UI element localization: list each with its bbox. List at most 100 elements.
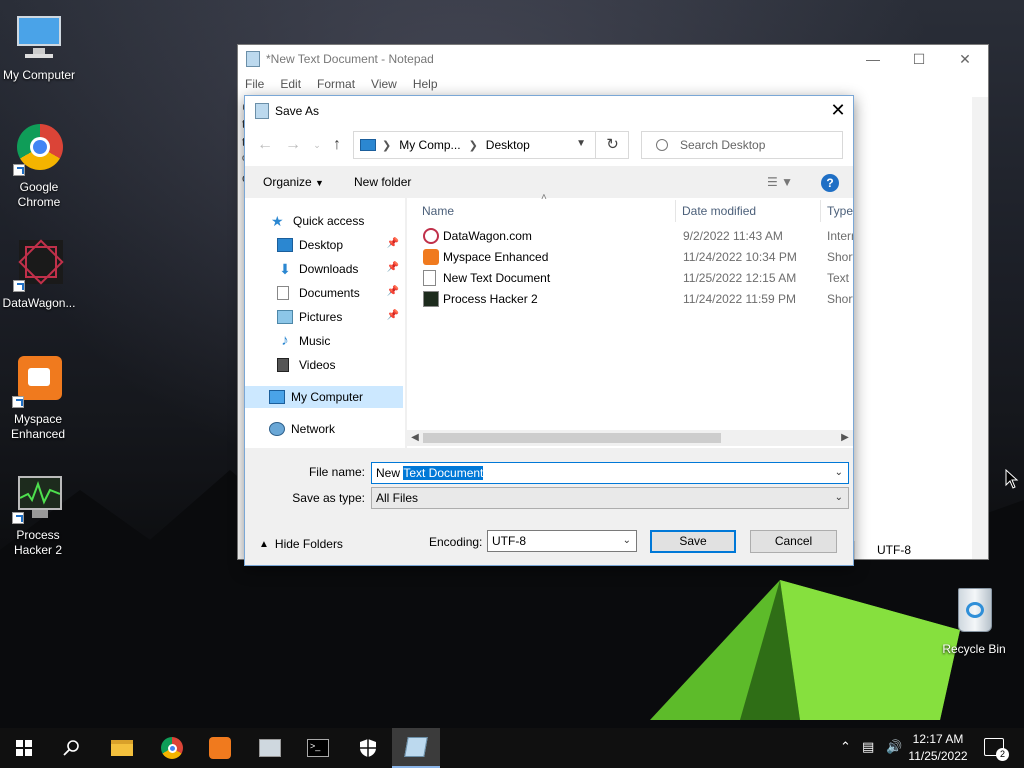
dialog-toolbar: Organize ▼ New folder ☰ ▼ ? [245,166,853,198]
organize-button[interactable]: Organize ▼ [263,175,324,189]
pin-icon[interactable]: 📌 [387,262,399,273]
encoding-select[interactable]: UTF-8 ⌄ [487,530,637,552]
chrome-icon[interactable] [148,728,196,768]
desktop-icon-my-computer[interactable]: My Computer [1,10,77,83]
chevron-down-icon[interactable]: ⌄ [835,467,843,478]
myspace-icon[interactable] [196,728,244,768]
file-name-input[interactable]: New Text Document ⌄ [371,462,849,484]
nav-item-my-computer[interactable]: My Computer [245,386,403,408]
up-arrow-icon[interactable]: ↑ [327,134,347,156]
save-as-type-label: Save as type: [292,491,365,505]
column-header-name[interactable]: Name [422,198,454,224]
back-arrow-icon[interactable]: ← [255,134,275,156]
myspace-icon [423,249,439,265]
menu-edit[interactable]: Edit [280,77,301,91]
pin-icon[interactable]: 📌 [387,238,399,249]
save-as-type-select[interactable]: All Files ⌄ [371,487,849,509]
terminal-icon[interactable]: >_ [294,728,342,768]
cancel-button[interactable]: Cancel [750,530,837,553]
new-folder-button[interactable]: New folder [354,175,411,189]
recent-locations-chevron-icon[interactable]: ⌄ [307,134,327,156]
notepad-vertical-scrollbar[interactable] [972,97,988,559]
notepad-icon[interactable] [392,728,440,768]
file-row[interactable]: Myspace Enhanced 11/24/2022 10:34 PM Sho… [407,246,853,267]
menu-view[interactable]: View [371,77,397,91]
scroll-left-icon[interactable]: ◀ [407,430,423,446]
clock-time: 12:17 AM [912,732,964,746]
save-as-dialog[interactable]: Save As ✕ ← → ⌄ ↑ ❯ My Comp... ❯ Desktop… [244,95,854,566]
view-options-icon[interactable]: ☰ ▼ [767,175,793,189]
nav-item-documents[interactable]: Documents 📌 [245,282,403,304]
file-name-selected-text: Text Document [403,466,484,480]
refresh-button[interactable]: ↻ [595,131,629,159]
breadcrumb-my-computer[interactable]: My Comp... [399,138,460,152]
breadcrumb-desktop[interactable]: Desktop [486,138,530,152]
nav-item-pictures[interactable]: Pictures 📌 [245,306,403,328]
menu-file[interactable]: File [245,77,264,91]
pin-icon[interactable]: 📌 [387,286,399,297]
help-icon[interactable]: ? [821,174,839,192]
process-hacker-icon[interactable] [246,728,294,768]
file-row[interactable]: Process Hacker 2 11/24/2022 11:59 PM Sho… [407,288,853,309]
desktop-icon-process-hacker[interactable]: Process Hacker 2 [0,470,76,558]
hide-folders-button[interactable]: ▲ Hide Folders [259,537,343,551]
desktop-icon-label: DataWagon... [2,296,76,310]
myspace-icon [10,354,66,410]
desktop-icon-label: My Computer [2,68,76,82]
search-input[interactable]: Search Desktop [641,131,843,159]
chevron-up-icon[interactable]: ⌃ [840,739,851,755]
start-icon[interactable] [0,728,48,768]
desktop-icon-myspace-enhanced[interactable]: Myspace Enhanced [0,354,76,442]
nav-item-desktop[interactable]: Desktop 📌 [245,234,403,256]
desktop-icon-datawagon[interactable]: DataWagon... [1,238,77,311]
organize-label: Organize [263,175,312,189]
search-icon[interactable] [48,728,96,768]
desktop-icon-recycle-bin[interactable]: Recycle Bin [936,584,1012,657]
nav-item-label: Downloads [299,262,359,276]
column-header-date-modified[interactable]: Date modified [682,198,756,224]
network-icon[interactable]: ▤ [862,739,874,755]
close-button[interactable]: ✕ [942,45,988,73]
menu-help[interactable]: Help [413,77,438,91]
scrollbar-thumb[interactable] [423,433,721,443]
desktop-icon-google-chrome[interactable]: Google Chrome [1,122,77,210]
internet-shortcut-icon [423,228,439,244]
forward-arrow-icon[interactable]: → [283,134,303,156]
text-document-icon [423,270,436,286]
pin-icon[interactable]: 📌 [387,310,399,321]
menu-format[interactable]: Format [317,77,355,91]
file-row[interactable]: New Text Document 11/25/2022 12:15 AM Te… [407,267,853,288]
save-button[interactable]: Save [650,530,736,553]
address-bar[interactable]: ❯ My Comp... ❯ Desktop ▼ [353,131,629,159]
dialog-close-button[interactable]: ✕ [823,96,853,126]
dialog-titlebar[interactable]: Save As [245,96,853,126]
dialog-navigation-bar: ← → ⌄ ↑ ❯ My Comp... ❯ Desktop ▼ ↻ Searc… [245,126,853,166]
desktop-icon-label: Google Chrome [17,180,61,209]
save-as-type-value: All Files [376,491,419,505]
nav-item-music[interactable]: ♪ Music [245,330,403,352]
wallpaper-tent [650,580,960,720]
search-icon [656,139,668,151]
security-shield-icon[interactable] [344,728,392,768]
minimize-button[interactable]: — [850,45,896,73]
file-explorer-icon[interactable] [98,728,146,768]
scroll-right-icon[interactable]: ▶ [837,430,853,446]
nav-item-downloads[interactable]: ⬇ Downloads 📌 [245,258,403,280]
desktop-folder-icon [277,238,293,252]
horizontal-scrollbar[interactable]: ◀ ▶ [407,430,853,446]
taskbar-clock[interactable]: 12:17 AM 11/25/2022 [900,731,976,765]
nav-item-quick-access[interactable]: ★ Quick access [245,210,403,232]
nav-item-network[interactable]: Network [245,418,403,440]
notepad-status-encoding: UTF-8 [854,541,974,559]
maximize-button[interactable]: ☐ [896,45,942,73]
clock-date: 11/25/2022 [908,749,968,763]
file-name: DataWagon.com [443,228,532,243]
nav-item-label: Pictures [299,310,343,324]
nav-item-videos[interactable]: Videos [245,354,403,376]
file-row[interactable]: DataWagon.com 9/2/2022 11:43 AM Interr [407,225,853,246]
encoding-label: Encoding: [429,535,483,549]
chevron-down-icon[interactable]: ▼ [576,138,586,149]
datawagon-icon [11,238,67,294]
notification-center-icon[interactable]: 2 [984,738,1009,761]
column-header-type[interactable]: Type [827,198,853,224]
